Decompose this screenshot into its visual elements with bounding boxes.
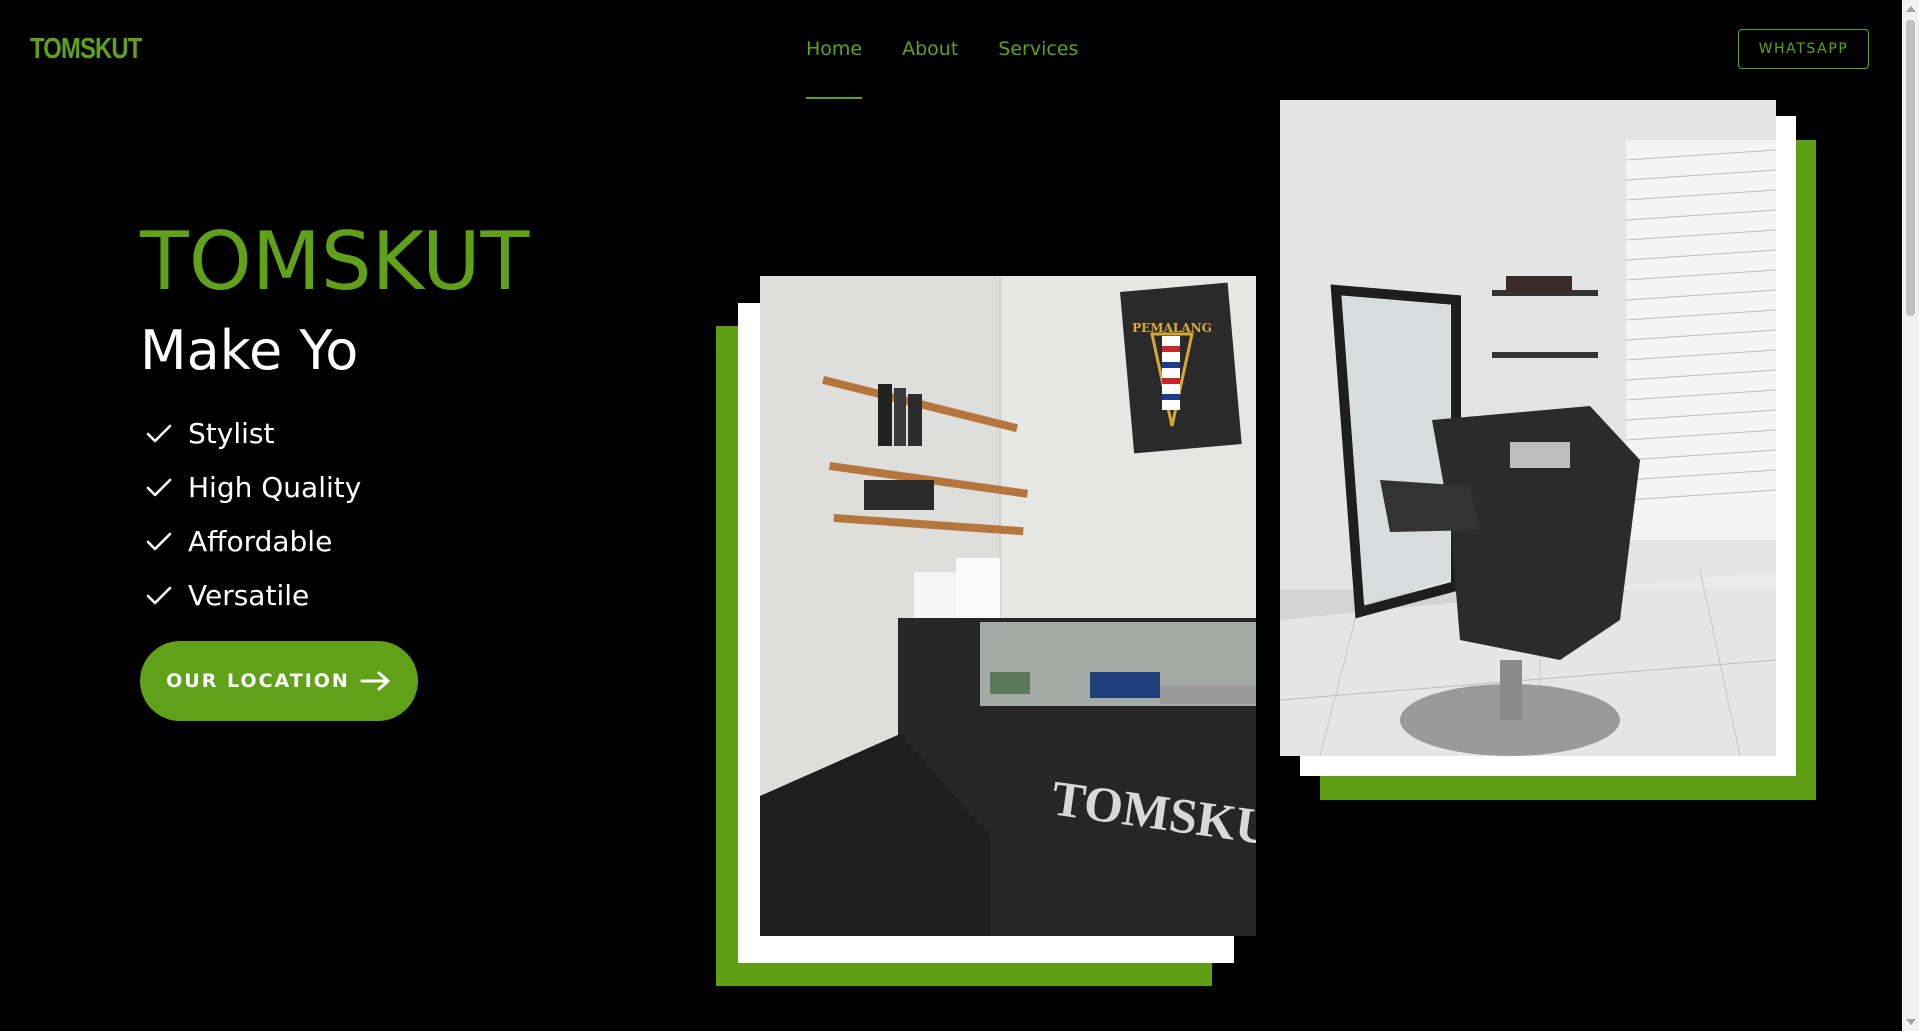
counter-photo-art: PEMALANG TOMSKUT xyxy=(760,276,1256,936)
our-location-button[interactable]: OUR LOCATION xyxy=(140,641,418,721)
main-nav: Home About Services xyxy=(806,38,1078,99)
poster-text: PEMALANG xyxy=(1132,321,1212,335)
chair-photo-art xyxy=(1280,100,1776,756)
arrow-right-icon xyxy=(360,671,390,691)
nav-about-link[interactable]: About xyxy=(902,38,958,60)
feature-label: High Quality xyxy=(188,470,362,504)
barber-chair-photo xyxy=(1280,100,1776,756)
check-icon xyxy=(146,586,172,605)
scroll-thumb[interactable] xyxy=(1906,20,1915,316)
whatsapp-button[interactable]: WHATSAPP xyxy=(1738,29,1869,69)
feature-item: High Quality xyxy=(144,460,361,514)
nav-services-link[interactable]: Services xyxy=(998,38,1078,60)
check-icon xyxy=(146,424,172,443)
feature-list: Stylist High Quality Affordable Versatil… xyxy=(144,406,361,622)
hero-title: TOMSKUT xyxy=(140,215,530,308)
our-location-label: OUR LOCATION xyxy=(166,670,350,692)
barbershop-counter-photo: PEMALANG TOMSKUT xyxy=(760,276,1256,936)
feature-label: Stylist xyxy=(188,416,275,450)
scroll-down-icon[interactable] xyxy=(1906,1019,1916,1025)
hero-subtitle: Make Yo xyxy=(140,319,359,382)
check-icon xyxy=(146,478,172,497)
check-icon xyxy=(146,532,172,551)
feature-label: Affordable xyxy=(188,524,333,558)
feature-item: Versatile xyxy=(144,568,361,622)
feature-item: Affordable xyxy=(144,514,361,568)
brand-logo[interactable]: TOMSKUT xyxy=(30,33,142,66)
nav-home-link[interactable]: Home xyxy=(806,38,863,99)
feature-item: Stylist xyxy=(144,406,361,460)
scroll-up-icon[interactable] xyxy=(1906,6,1916,12)
feature-label: Versatile xyxy=(188,578,310,612)
page-scrollbar[interactable] xyxy=(1902,0,1919,1031)
